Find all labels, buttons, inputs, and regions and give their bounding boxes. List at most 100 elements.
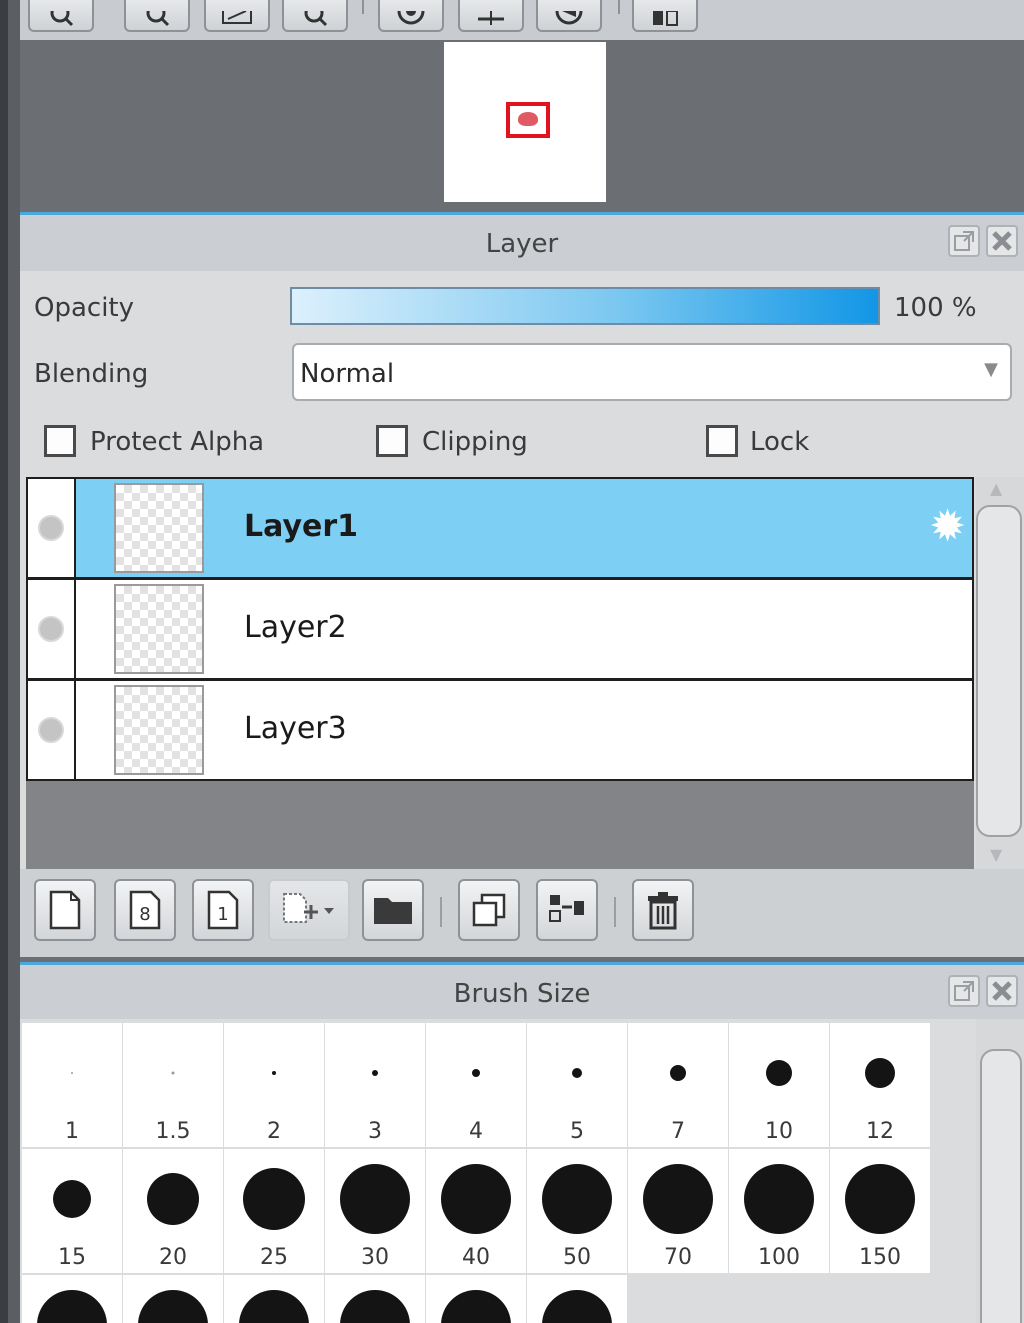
rotate-button[interactable] <box>378 0 444 32</box>
opacity-slider[interactable] <box>290 287 880 325</box>
brush-size-cell[interactable]: 1 <box>22 1023 122 1147</box>
toolbar-separator <box>362 0 364 14</box>
layer-row[interactable]: Layer2 <box>26 578 974 680</box>
brush-size-label: 30 <box>361 1245 389 1270</box>
brush-size-cell[interactable] <box>123 1275 223 1323</box>
brush-size-cell[interactable]: 70 <box>628 1149 728 1273</box>
new-1bit-layer-button[interactable]: 1 <box>192 879 254 941</box>
brush-size-cell[interactable]: 150 <box>830 1149 930 1273</box>
brush-size-cell[interactable] <box>22 1275 122 1323</box>
close-panel-button[interactable] <box>986 975 1018 1007</box>
brush-size-cell[interactable]: 40 <box>426 1149 526 1273</box>
window-edge <box>0 0 8 1323</box>
brush-dot-icon <box>542 1290 612 1323</box>
brush-size-cell[interactable]: 1.5 <box>123 1023 223 1147</box>
brush-dot-icon <box>845 1164 915 1234</box>
zoom-button[interactable] <box>282 0 348 32</box>
zoom-out-button[interactable] <box>124 0 190 32</box>
undock-button[interactable] <box>948 975 980 1007</box>
new-layer-icon <box>49 890 81 930</box>
brush-size-cell[interactable]: 50 <box>527 1149 627 1273</box>
brush-size-cell[interactable] <box>325 1275 425 1323</box>
lock-label: Lock <box>750 427 810 457</box>
brush-size-label: 10 <box>765 1119 793 1144</box>
brush-size-cell[interactable]: 20 <box>123 1149 223 1273</box>
brush-dot-icon <box>37 1290 107 1323</box>
flip-button[interactable] <box>458 0 524 32</box>
brush-size-cell[interactable]: 25 <box>224 1149 324 1273</box>
layer-panel-header: Layer <box>20 215 1024 271</box>
dock-splitter[interactable] <box>8 0 20 1323</box>
eye-icon <box>38 616 64 642</box>
fit-button[interactable] <box>204 0 270 32</box>
undock-button[interactable] <box>948 225 980 257</box>
brush-size-label: 7 <box>671 1119 685 1144</box>
brush-size-label: 3 <box>368 1119 382 1144</box>
brush-size-cell[interactable]: 15 <box>22 1149 122 1273</box>
brush-size-label: 150 <box>859 1245 901 1270</box>
layer-name: Layer2 <box>244 610 347 645</box>
brush-dot-icon <box>472 1069 480 1077</box>
brush-size-label: 40 <box>462 1245 490 1270</box>
blending-label: Blending <box>34 359 149 389</box>
brush-scrollbar[interactable] <box>976 1019 1024 1323</box>
visibility-toggle[interactable] <box>28 479 76 577</box>
brush-dot-icon <box>441 1164 511 1234</box>
toolbar-separator <box>440 897 442 927</box>
new-layer-button[interactable] <box>34 879 96 941</box>
scroll-down-icon[interactable]: ▼ <box>990 845 1002 864</box>
brush-size-cell[interactable]: 5 <box>527 1023 627 1147</box>
duplicate-layer-button[interactable] <box>458 879 520 941</box>
brush-size-grid: 1 1.5 2 3 4 5 7 10 12 15 20 25 30 40 50 70 100 150 <box>20 1019 930 1323</box>
fit-icon <box>222 11 252 24</box>
brush-size-cell[interactable]: 7 <box>628 1023 728 1147</box>
blending-select[interactable]: Normal ▼ <box>292 343 1012 401</box>
split-icon <box>653 11 678 26</box>
brush-size-cell[interactable]: 30 <box>325 1149 425 1273</box>
layer-scrollbar-thumb[interactable] <box>976 505 1022 837</box>
brush-dot-icon <box>340 1164 410 1234</box>
brush-scrollbar-thumb[interactable] <box>980 1049 1022 1323</box>
new-folder-button[interactable] <box>362 879 424 941</box>
reset-button[interactable] <box>536 0 602 32</box>
scroll-up-icon[interactable]: ▲ <box>990 479 1002 498</box>
undock-icon <box>954 231 974 251</box>
navigator-panel <box>20 40 1024 212</box>
brush-size-cell[interactable]: 3 <box>325 1023 425 1147</box>
brush-size-cell[interactable]: 2 <box>224 1023 324 1147</box>
close-panel-button[interactable] <box>986 225 1018 257</box>
visibility-toggle[interactable] <box>28 580 76 678</box>
brush-size-header: Brush Size <box>20 965 1024 1019</box>
brush-size-label: 12 <box>866 1119 894 1144</box>
lock-checkbox[interactable] <box>706 425 738 457</box>
brush-size-cell[interactable] <box>224 1275 324 1323</box>
zoom-in-button[interactable] <box>28 0 94 32</box>
gear-icon[interactable]: ✹ <box>929 505 966 549</box>
delete-layer-button[interactable] <box>632 879 694 941</box>
merge-layer-button[interactable] <box>536 879 598 941</box>
opacity-label: Opacity <box>34 293 135 323</box>
duplicate-icon <box>472 893 506 927</box>
layer-scrollbar[interactable]: ▲ ▼ <box>976 477 1024 869</box>
new-8bit-layer-button[interactable]: 8 <box>114 879 176 941</box>
brush-size-cell[interactable] <box>426 1275 526 1323</box>
brush-size-cell[interactable]: 100 <box>729 1149 829 1273</box>
layer-name: Layer1 <box>244 509 359 544</box>
brush-size-cell[interactable] <box>527 1275 627 1323</box>
add-layer-dropdown-button[interactable] <box>268 879 350 941</box>
protect-alpha-checkbox[interactable] <box>44 425 76 457</box>
new-8bit-layer-icon: 8 <box>129 890 161 930</box>
navigator-viewport-frame[interactable] <box>506 102 550 138</box>
visibility-toggle[interactable] <box>28 681 76 779</box>
brush-dot-icon <box>243 1168 305 1230</box>
close-icon <box>992 981 1012 1001</box>
brush-size-cell[interactable]: 4 <box>426 1023 526 1147</box>
layer-row[interactable]: Layer3 <box>26 679 974 781</box>
clipping-checkbox[interactable] <box>376 425 408 457</box>
navigator-canvas-preview[interactable] <box>444 42 606 202</box>
rotate-icon <box>397 11 425 25</box>
split-view-button[interactable] <box>632 0 698 32</box>
brush-size-cell[interactable]: 10 <box>729 1023 829 1147</box>
layer-row[interactable]: Layer1 ✹ <box>26 477 974 579</box>
brush-size-cell[interactable]: 12 <box>830 1023 930 1147</box>
